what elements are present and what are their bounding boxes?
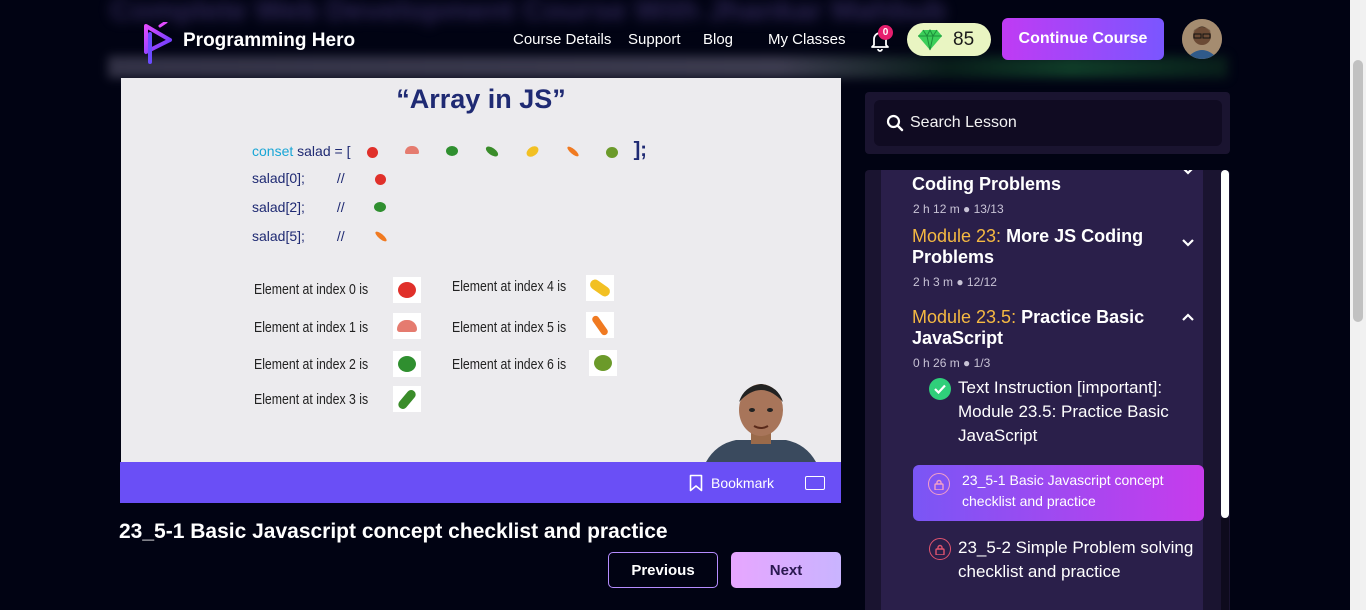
cucumber-icon (393, 386, 421, 412)
code-close: ]; (633, 139, 647, 161)
element-label: Element at index 3 is (254, 391, 369, 408)
check-icon (929, 378, 951, 400)
module-number: Module 23.5: (912, 307, 1017, 327)
avocado-icon (603, 145, 621, 159)
bookmark-icon (689, 474, 703, 492)
code-expr: salad[2]; (252, 199, 305, 215)
code-line-3: salad[5]; // (252, 228, 398, 244)
module-number: Module 23: (912, 226, 1002, 246)
video-player[interactable]: “Array in JS” conset salad = [ ]; salad[… (121, 78, 841, 462)
top-navbar: Programming Hero Course Details Support … (0, 0, 1350, 78)
tomato-icon (393, 277, 421, 303)
page-scrollbar[interactable] (1350, 0, 1366, 610)
broccoli-icon (371, 201, 389, 215)
lesson-item-label: 23_5-1 Basic Javascript concept checklis… (962, 472, 1164, 509)
module-header[interactable]: Coding Problems (912, 174, 1182, 195)
broccoli-icon (443, 145, 461, 159)
module-header[interactable]: Module 23.5: Practice Basic JavaScript (912, 307, 1182, 349)
code-expr: salad[0]; (252, 170, 305, 186)
search-box[interactable] (874, 100, 1222, 146)
bookmark-label: Bookmark (711, 475, 775, 491)
tomato-icon (363, 145, 381, 159)
nav-blog[interactable]: Blog (703, 31, 733, 48)
continue-course-button[interactable]: Continue Course (1002, 18, 1164, 60)
module-list-scrollbar[interactable] (1221, 170, 1229, 518)
lesson-item-locked[interactable]: 23_5-2 Simple Problem solving checklist … (958, 536, 1203, 584)
programming-hero-logo-icon[interactable] (140, 22, 176, 64)
element-label: Element at index 1 is (254, 319, 369, 336)
module-list-content: Coding Problems 2 h 12 m ● 13/13 Module … (881, 170, 1204, 610)
element-label: Element at index 4 is (452, 278, 567, 295)
lesson-title: 23_5-1 Basic Javascript concept checklis… (119, 520, 668, 543)
module-meta: 2 h 3 m ● 12/12 (913, 275, 997, 289)
lock-icon (929, 538, 951, 560)
search-icon (886, 114, 904, 132)
element-label: Element at index 6 is (452, 356, 567, 373)
avocado-icon (589, 350, 617, 376)
gem-counter[interactable]: 85 (907, 23, 991, 56)
code-comment: // (336, 199, 345, 215)
search-lesson-input[interactable] (910, 114, 1210, 132)
nav-course-details[interactable]: Course Details (513, 31, 611, 48)
nav-support[interactable]: Support (628, 31, 681, 48)
chevron-up-icon[interactable] (1181, 310, 1195, 324)
nav-my-classes[interactable]: My Classes (768, 31, 846, 48)
theater-mode-icon[interactable] (805, 476, 825, 490)
course-player-page: Complete Web Development Course With Jha… (0, 0, 1366, 610)
code-decl: salad = [ (297, 143, 351, 159)
code-line-2: salad[2]; // (252, 199, 398, 215)
code-line-1: salad[0]; // (252, 170, 398, 186)
lesson-item-text-instruction[interactable]: Text Instruction [important]: Module 23.… (958, 376, 1193, 448)
chevron-down-icon[interactable] (1181, 236, 1195, 250)
code-expr: salad[5]; (252, 228, 305, 244)
code-keyword: conset (252, 143, 294, 159)
bookmark-button[interactable]: Bookmark (689, 474, 774, 492)
lock-icon (928, 473, 950, 495)
element-label: Element at index 0 is (254, 281, 369, 298)
tomato-icon (371, 172, 389, 186)
gem-count: 85 (953, 28, 975, 50)
carrot-icon (371, 230, 389, 244)
mushroom-icon (403, 145, 421, 159)
brand-name[interactable]: Programming Hero (183, 30, 355, 52)
code-line-declaration: conset salad = [ ]; (252, 139, 647, 162)
module-list-scroll-track (1221, 518, 1229, 610)
code-comment: // (336, 228, 345, 244)
user-avatar[interactable] (1182, 19, 1222, 59)
broccoli-icon (393, 351, 421, 377)
slide-title: “Array in JS” (396, 84, 566, 114)
module-title: Coding Problems (912, 174, 1062, 194)
gem-icon (918, 28, 942, 50)
module-meta: 0 h 26 m ● 1/3 (913, 356, 991, 370)
avatar-image (1182, 19, 1222, 59)
module-meta: 2 h 12 m ● 13/13 (913, 202, 1004, 216)
presenter-video (706, 384, 816, 462)
chevron-down-icon[interactable] (1181, 170, 1195, 178)
element-label: Element at index 2 is (254, 356, 369, 373)
cucumber-icon (483, 144, 501, 159)
page-scrollbar-thumb[interactable] (1353, 60, 1363, 322)
next-button[interactable]: Next (731, 552, 841, 588)
corn-icon (586, 275, 614, 301)
module-list: Coding Problems 2 h 12 m ● 13/13 Module … (865, 170, 1230, 610)
corn-icon (523, 144, 541, 160)
mushroom-icon (393, 313, 421, 339)
notification-badge: 0 (878, 25, 893, 40)
carrot-icon (586, 312, 614, 338)
carrot-icon (563, 145, 581, 159)
element-label: Element at index 5 is (452, 319, 567, 336)
code-comment: // (336, 170, 345, 186)
module-header[interactable]: Module 23: More JS Coding Problems (912, 226, 1182, 268)
previous-button[interactable]: Previous (608, 552, 718, 588)
